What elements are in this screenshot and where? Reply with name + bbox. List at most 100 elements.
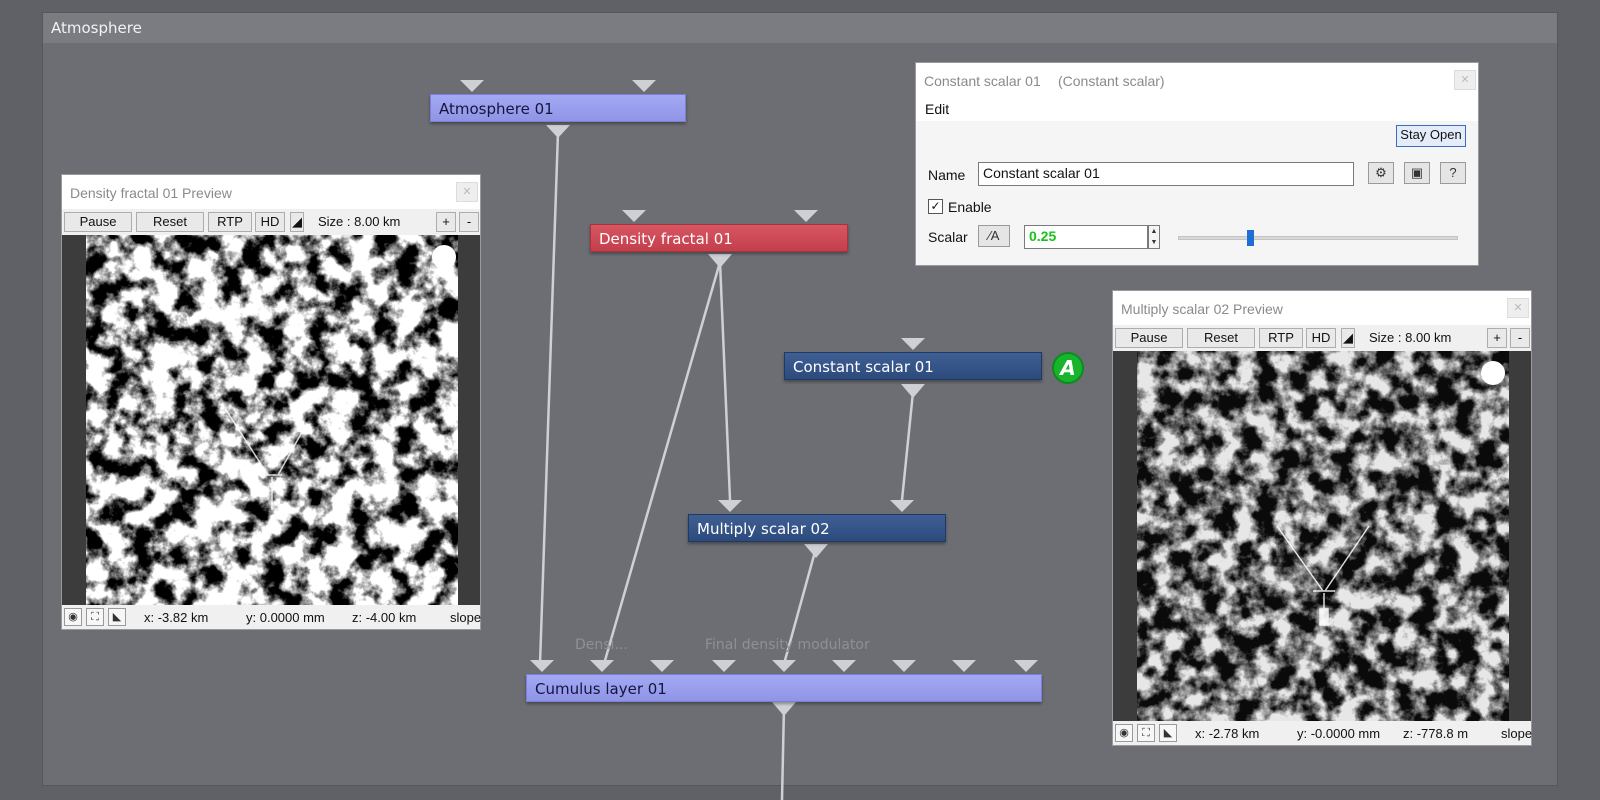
slope-icon[interactable]: ◣ [108,608,126,626]
dialog-title: Constant scalar 01 [924,73,1041,89]
connector-out [804,544,828,558]
coord-y: y: 0.0000 mm [246,610,325,625]
connector-out [546,125,570,138]
scalar-slider-thumb[interactable] [1247,230,1255,246]
close-button[interactable]: ✕ [1454,70,1476,90]
connector-out [901,384,925,398]
connector-in [1014,660,1038,672]
enable-label: Enable [948,199,992,215]
panel-titlebar[interactable]: Density fractal 01 Preview ✕ [62,175,480,209]
scalar-value-input[interactable]: 0.25 [1024,225,1148,249]
connector-in [622,210,646,222]
node-label: Cumulus layer 01 [535,680,667,698]
panel-title: Multiply scalar 02 Preview [1121,301,1283,317]
compass-icon[interactable] [432,245,456,269]
coord-y: y: -0.0000 mm [1297,726,1381,741]
connector-in [772,660,796,672]
settings-gear-icon[interactable]: ⚙ [1368,162,1394,184]
stay-open-button[interactable]: Stay Open [1396,125,1466,147]
connector-in [892,660,916,672]
eye-icon[interactable]: ◉ [64,608,82,626]
panel-title: Density fractal 01 Preview [70,185,232,201]
connector-in [952,660,976,672]
name-input[interactable]: Constant scalar 01 [978,162,1354,186]
coord-x: x: -3.82 km [144,610,209,625]
slope-icon[interactable]: ◣ [1159,724,1177,742]
node-atmosphere[interactable]: Atmosphere 01 [430,94,686,122]
node-constant-scalar[interactable]: Constant scalar 01 [784,352,1042,380]
connector-in [718,500,742,512]
eye-icon[interactable]: ◉ [1115,724,1133,742]
connector-in [530,660,554,672]
frame-icon[interactable]: ⛶ [86,608,104,626]
zoom-in-button[interactable]: + [1487,328,1507,348]
connector-out [772,702,796,716]
menu-edit[interactable]: Edit [925,101,949,117]
preview-window-icon[interactable]: ▣ [1404,162,1430,184]
hd-button[interactable]: HD [255,212,285,232]
scalar-label: Scalar [928,229,968,245]
node-label: Constant scalar 01 [793,358,934,376]
preview-toolbar: Pause Reset RTP HD ◢ Size : 8.00 km + - [62,209,480,235]
zoom-out-button[interactable]: - [459,212,479,232]
brush-icon[interactable]: ◢ [1341,328,1355,348]
dialog-titlebar[interactable]: Constant scalar 01 (Constant scalar) ✕ [916,63,1478,97]
zoom-in-button[interactable]: + [436,212,456,232]
name-label: Name [928,167,966,183]
preview-viewport[interactable] [1113,351,1531,723]
preview-statusbar: ◉ ⛶ ◣ x: -2.78 km y: -0.0000 mm z: -778.… [1113,721,1533,745]
coord-x: x: -2.78 km [1195,726,1260,741]
connector-in [832,660,856,672]
preview-toolbar: Pause Reset RTP HD ◢ Size : 8.00 km + - [1113,325,1531,351]
reset-button[interactable]: Reset [136,212,204,232]
node-label: Density fractal 01 [599,230,733,248]
brush-icon[interactable]: ◢ [290,212,304,232]
wire-constant-multiply [900,391,915,501]
node-cumulus-layer[interactable]: Cumulus layer 01 [526,674,1042,702]
node-multiply-scalar[interactable]: Multiply scalar 02 [688,514,946,542]
preview-panel-multiply[interactable]: Multiply scalar 02 Preview ✕ Pause Reset… [1112,290,1532,746]
rtp-button[interactable]: RTP [1259,328,1303,348]
connector-in [794,210,818,222]
compass-icon[interactable] [1481,361,1505,385]
dialog-menubar: Edit [916,97,1478,121]
scalar-slider-track[interactable] [1178,230,1458,246]
wire-density-cumulus [602,261,722,665]
pause-button[interactable]: Pause [64,212,132,232]
dialog-subtitle: (Constant scalar) [1058,73,1165,89]
pause-button[interactable]: Pause [1115,328,1183,348]
connector-in [890,500,914,512]
help-button[interactable]: ? [1440,162,1466,184]
enable-checkbox[interactable]: ✓ [928,199,943,214]
preview-viewport[interactable] [62,235,480,607]
rtp-button[interactable]: RTP [208,212,252,232]
node-label: Atmosphere 01 [439,100,554,118]
frame-icon[interactable]: ⛶ [1137,724,1155,742]
zoom-out-button[interactable]: - [1510,328,1530,348]
node-density-fractal[interactable]: Density fractal 01 [590,224,848,252]
close-button[interactable]: ✕ [456,182,478,202]
slope-label: slope [450,610,482,625]
constant-scalar-dialog[interactable]: Constant scalar 01 (Constant scalar) ✕ E… [915,62,1479,266]
input-label-density: Densi... [575,637,628,653]
reset-button[interactable]: Reset [1187,328,1255,348]
connector-in [650,660,674,672]
input-label-final-density: Final density modulator [705,637,870,653]
wire-density-multiply [718,261,732,501]
close-button[interactable]: ✕ [1507,298,1529,318]
slope-label: slope [1501,726,1533,741]
panel-titlebar[interactable]: Multiply scalar 02 Preview ✕ [1113,291,1531,325]
size-label: Size : 8.00 km [1369,330,1452,345]
coord-z: z: -778.8 m [1403,726,1469,741]
connector-in [901,338,925,350]
connector-in [632,80,656,92]
scalar-spinner[interactable]: ▲ ▼ [1148,225,1160,249]
expression-icon[interactable]: ⁄A [978,225,1010,247]
preview-render-image [86,235,458,607]
preview-panel-density[interactable]: Density fractal 01 Preview ✕ Pause Reset… [61,174,481,630]
size-label: Size : 8.00 km [318,214,401,229]
activity-badge: A [1052,352,1084,384]
connector-out [708,254,732,268]
connector-in [712,660,736,672]
hd-button[interactable]: HD [1306,328,1336,348]
